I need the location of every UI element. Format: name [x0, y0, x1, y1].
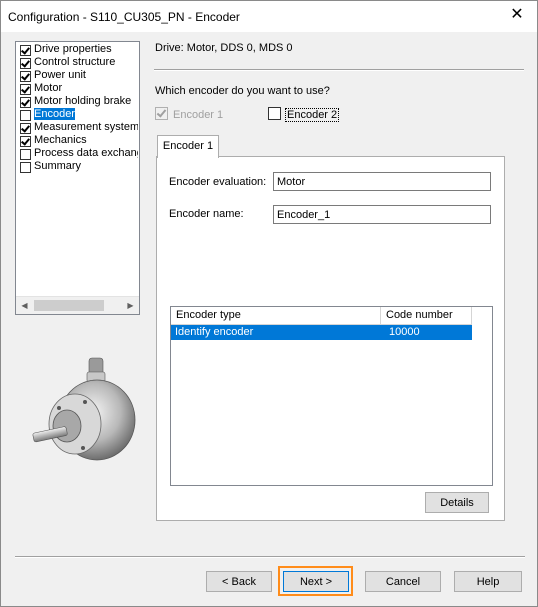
code-number-cell: 10000 [389, 326, 420, 338]
column-header-code-number[interactable]: Code number [381, 307, 472, 324]
encoder-2-checkbox[interactable]: Encoder 2 [268, 107, 340, 122]
table-row[interactable]: Identify encoder 10000 [171, 325, 472, 340]
tree-item-checkbox[interactable] [20, 45, 31, 56]
tree-item-checkbox[interactable] [20, 162, 31, 173]
encoder-evaluation-field[interactable]: Motor [273, 172, 491, 191]
tree-item-label: Mechanics [34, 134, 87, 146]
encoder-picture [32, 357, 136, 461]
tree-item-label: Process data exchang [34, 147, 138, 159]
tree-item-checkbox[interactable] [20, 149, 31, 160]
encoder-2-checkbox-label: Encoder 2 [284, 108, 340, 122]
title-bar: Configuration - S110_CU305_PN - Encoder … [1, 1, 537, 32]
scroll-left-icon[interactable]: ◀ [16, 297, 33, 314]
tree-item-checkbox[interactable] [20, 58, 31, 69]
tree-item-checkbox[interactable] [20, 110, 31, 121]
tree-item[interactable]: Process data exchang [18, 147, 138, 160]
drive-info-label: Drive: Motor, DDS 0, MDS 0 [155, 42, 293, 54]
tree-item-label: Motor [34, 82, 63, 94]
tree-item[interactable]: Control structure [18, 56, 138, 69]
tree-item[interactable]: Motor holding brake [18, 95, 138, 108]
tree-item-label: Drive properties [34, 43, 112, 55]
wizard-step-tree[interactable]: Drive properties Control structure Power u… [15, 41, 140, 315]
encoder-1-checkbox[interactable]: Encoder 1 [155, 107, 223, 121]
header-divider [154, 69, 524, 71]
tab-encoder-1[interactable]: Encoder 1 [157, 135, 219, 158]
cancel-button[interactable]: Cancel [365, 571, 441, 592]
tree-list: Drive properties Control structure Power u… [18, 43, 138, 297]
tree-item-label: Motor holding brake [34, 95, 132, 107]
table-header: Encoder type Code number [171, 307, 472, 325]
tree-horizontal-scrollbar[interactable]: ◀ ▶ [16, 296, 139, 314]
tree-item-checkbox[interactable] [20, 71, 31, 82]
back-button[interactable]: < Back [206, 571, 272, 592]
tree-item[interactable]: Summary [18, 160, 138, 173]
scroll-thumb[interactable] [34, 300, 104, 311]
column-header-encoder-type[interactable]: Encoder type [171, 307, 381, 324]
configuration-dialog: Configuration - S110_CU305_PN - Encoder … [0, 0, 538, 607]
help-button[interactable]: Help [454, 571, 522, 592]
encoder-2-checkbox-box [268, 107, 281, 120]
encoder-question: Which encoder do you want to use? [155, 85, 330, 97]
encoder-1-checkbox-box [155, 107, 168, 120]
encoder-name-label: Encoder name: [169, 208, 244, 220]
tree-item-checkbox[interactable] [20, 123, 31, 134]
close-icon[interactable]: ✕ [507, 5, 527, 25]
footer-divider [15, 556, 525, 558]
tree-item-checkbox[interactable] [20, 84, 31, 95]
tree-item-label: Power unit [34, 69, 86, 81]
encoder-evaluation-label: Encoder evaluation: [169, 176, 267, 188]
scroll-right-icon[interactable]: ▶ [122, 297, 139, 314]
tree-item-label: Measurement system [34, 121, 138, 133]
encoder-type-cell: Identify encoder [175, 326, 254, 338]
tree-item-label: Encoder [34, 108, 75, 120]
details-button[interactable]: Details [425, 492, 489, 513]
encoder-name-field[interactable]: Encoder_1 [273, 205, 491, 224]
tree-item[interactable]: Motor [18, 82, 138, 95]
encoder-1-checkbox-label: Encoder 1 [173, 109, 224, 121]
tree-item-checkbox[interactable] [20, 136, 31, 147]
tree-item[interactable]: Encoder [18, 108, 138, 121]
tree-item[interactable]: Power unit [18, 69, 138, 82]
tree-item[interactable]: Measurement system [18, 121, 138, 134]
tree-item-checkbox[interactable] [20, 97, 31, 108]
tree-item[interactable]: Drive properties [18, 43, 138, 56]
tree-item-label: Control structure [34, 56, 116, 68]
tree-item[interactable]: Mechanics [18, 134, 138, 147]
tree-item-label: Summary [34, 160, 82, 172]
encoder-type-table[interactable]: Encoder type Code number Identify encode… [170, 306, 493, 486]
next-button-highlight [278, 566, 353, 596]
window-title: Configuration - S110_CU305_PN - Encoder [8, 10, 240, 24]
